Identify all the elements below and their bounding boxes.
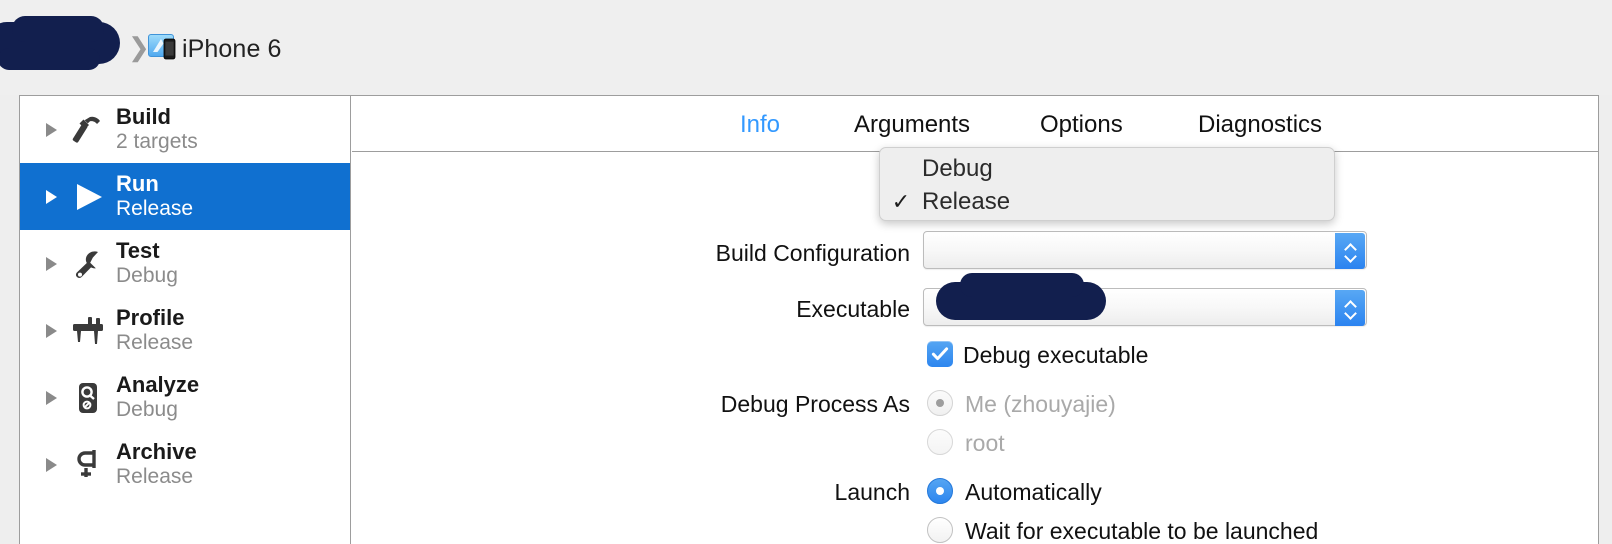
build-configuration-label: Build Configuration bbox=[715, 240, 910, 266]
executable-value-redacted bbox=[936, 273, 1106, 320]
sidebar-item-title: Test bbox=[116, 238, 160, 264]
debug-process-as-option-me-label[interactable]: Me (zhouyajie) bbox=[965, 391, 1116, 418]
tab-diagnostics[interactable]: Diagnostics bbox=[1198, 111, 1322, 139]
launch-option-automatically-label[interactable]: Automatically bbox=[965, 479, 1102, 506]
launch-radio-automatically[interactable] bbox=[927, 478, 953, 504]
scheme-editor-window: ❯ iPhone 6 Build 2 targets Run Release T… bbox=[0, 0, 1612, 544]
sidebar-item-title: Profile bbox=[116, 305, 185, 331]
play-icon bbox=[66, 175, 110, 219]
sidebar-item-subtitle: Debug bbox=[116, 398, 178, 422]
sidebar-item-text: Profile Release bbox=[116, 306, 193, 354]
scheme-editor-panel: Build 2 targets Run Release Test Debug P… bbox=[19, 95, 1599, 544]
sidebar-item-text: Archive Release bbox=[116, 440, 197, 488]
sidebar-item-build[interactable]: Build 2 targets bbox=[20, 96, 350, 163]
sidebar-item-subtitle: 2 targets bbox=[116, 130, 198, 154]
sidebar-item-text: Run Release bbox=[116, 172, 193, 220]
disclosure-triangle-icon[interactable] bbox=[36, 189, 66, 204]
caliper-icon bbox=[66, 309, 110, 353]
sidebar-item-subtitle: Release bbox=[116, 197, 194, 221]
breadcrumb-header: ❯ iPhone 6 bbox=[0, 0, 1612, 95]
build-configuration-popup-button[interactable] bbox=[923, 231, 1367, 269]
debug-process-as-option-root-label[interactable]: root bbox=[965, 430, 1005, 457]
tab-info[interactable]: Info bbox=[740, 111, 780, 139]
xcode-simulator-icon bbox=[148, 33, 182, 61]
executable-popup-button[interactable] bbox=[923, 273, 1367, 326]
launch-radio-wait[interactable] bbox=[927, 517, 953, 543]
sidebar-item-analyze[interactable]: Analyze Debug bbox=[20, 364, 350, 431]
build-configuration-popup-menu[interactable]: Debug ✓ Release bbox=[879, 147, 1335, 221]
sidebar-item-title: Run bbox=[116, 171, 159, 197]
disclosure-triangle-icon[interactable] bbox=[36, 122, 66, 137]
debug-executable-checkbox[interactable] bbox=[927, 341, 953, 367]
disclosure-triangle-icon[interactable] bbox=[36, 323, 66, 338]
analyze-icon bbox=[66, 376, 110, 420]
breadcrumb-separator-icon: ❯ bbox=[128, 32, 150, 62]
menu-item-label: Debug bbox=[922, 154, 993, 182]
sidebar-item-title: Archive bbox=[116, 439, 197, 465]
disclosure-triangle-icon[interactable] bbox=[36, 256, 66, 271]
chevron-down-icon bbox=[1345, 251, 1356, 258]
launch-option-wait-label[interactable]: Wait for executable to be launched bbox=[965, 518, 1318, 544]
sidebar-item-run[interactable]: Run Release bbox=[20, 163, 350, 230]
menu-item-checkmark-icon: ✓ bbox=[891, 188, 911, 214]
tab-options[interactable]: Options bbox=[1040, 111, 1123, 139]
chevron-down-icon bbox=[1345, 308, 1356, 315]
hammer-icon bbox=[66, 108, 110, 152]
disclosure-triangle-icon[interactable] bbox=[36, 457, 66, 472]
debug-process-as-label: Debug Process As bbox=[720, 391, 910, 417]
menu-item-release[interactable]: ✓ Release bbox=[880, 185, 1334, 218]
tab-arguments[interactable]: Arguments bbox=[854, 111, 970, 139]
scheme-actions-sidebar: Build 2 targets Run Release Test Debug P… bbox=[20, 96, 351, 544]
wrench-icon bbox=[66, 242, 110, 286]
sidebar-item-title: Analyze bbox=[116, 372, 200, 398]
menu-item-debug[interactable]: Debug bbox=[880, 152, 1334, 185]
sidebar-item-title: Build bbox=[116, 104, 171, 130]
launch-label: Launch bbox=[834, 479, 910, 505]
sidebar-item-subtitle: Release bbox=[116, 465, 194, 489]
sidebar-item-text: Build 2 targets bbox=[116, 105, 198, 153]
menu-item-label: Release bbox=[922, 187, 1011, 215]
scheme-name-redacted[interactable] bbox=[0, 16, 120, 70]
debug-process-as-radio-me[interactable] bbox=[927, 390, 953, 416]
sidebar-item-subtitle: Release bbox=[116, 331, 194, 355]
sidebar-item-profile[interactable]: Profile Release bbox=[20, 297, 350, 364]
sidebar-item-test[interactable]: Test Debug bbox=[20, 230, 350, 297]
sidebar-item-subtitle: Debug bbox=[116, 264, 178, 288]
sidebar-item-archive[interactable]: Archive Release bbox=[20, 431, 350, 498]
breadcrumb-device-label: iPhone 6 bbox=[182, 35, 282, 63]
sidebar-item-text: Analyze Debug bbox=[116, 373, 199, 421]
sidebar-item-text: Test Debug bbox=[116, 239, 178, 287]
checkmark-icon bbox=[931, 347, 949, 361]
executable-label: Executable bbox=[796, 296, 910, 322]
popup-stepper-icon[interactable] bbox=[1335, 233, 1365, 269]
popup-stepper-icon[interactable] bbox=[1335, 290, 1365, 326]
debug-process-as-radio-root[interactable] bbox=[927, 429, 953, 455]
detail-tab-bar: Info Arguments Options Diagnostics bbox=[352, 96, 1598, 152]
debug-executable-label[interactable]: Debug executable bbox=[963, 342, 1148, 369]
clamp-icon bbox=[66, 443, 110, 487]
disclosure-triangle-icon[interactable] bbox=[36, 390, 66, 405]
